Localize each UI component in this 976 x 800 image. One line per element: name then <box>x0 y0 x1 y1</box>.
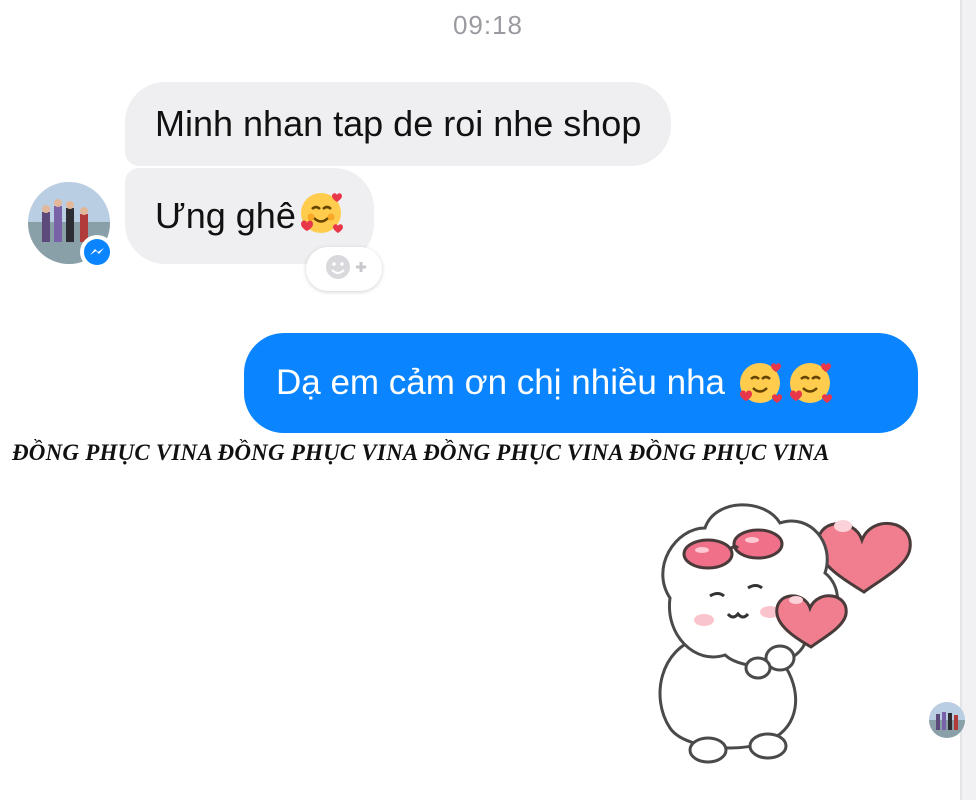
incoming-message-bubble[interactable]: Minh nhan tap de roi nhe shop <box>125 82 672 166</box>
message-text: Ưng ghê <box>155 195 296 236</box>
scroll-edge <box>962 0 976 800</box>
smiling-face-with-hearts-icon <box>787 360 833 406</box>
smiley-add-icon <box>316 251 372 288</box>
smiling-face-with-hearts-icon <box>737 360 783 406</box>
message-text: Minh nhan tap de roi nhe shop <box>155 103 642 144</box>
watermark-text: ĐỒNG PHỤC VINA ĐỒNG PHỤC VINA ĐỒNG PHỤC … <box>12 440 830 465</box>
messenger-badge-icon <box>80 235 114 269</box>
white-puppy-with-hearts-sticker[interactable] <box>630 488 930 780</box>
outgoing-message-bubble[interactable]: Dạ em cảm ơn chị nhiều nha <box>244 333 918 433</box>
message-timestamp: 09:18 <box>452 10 524 40</box>
smiling-face-with-hearts-icon <box>298 190 344 242</box>
message-text: Dạ em cảm ơn chị nhiều nha <box>276 363 726 402</box>
add-reaction-button[interactable] <box>306 247 382 291</box>
seen-avatar <box>929 702 965 738</box>
